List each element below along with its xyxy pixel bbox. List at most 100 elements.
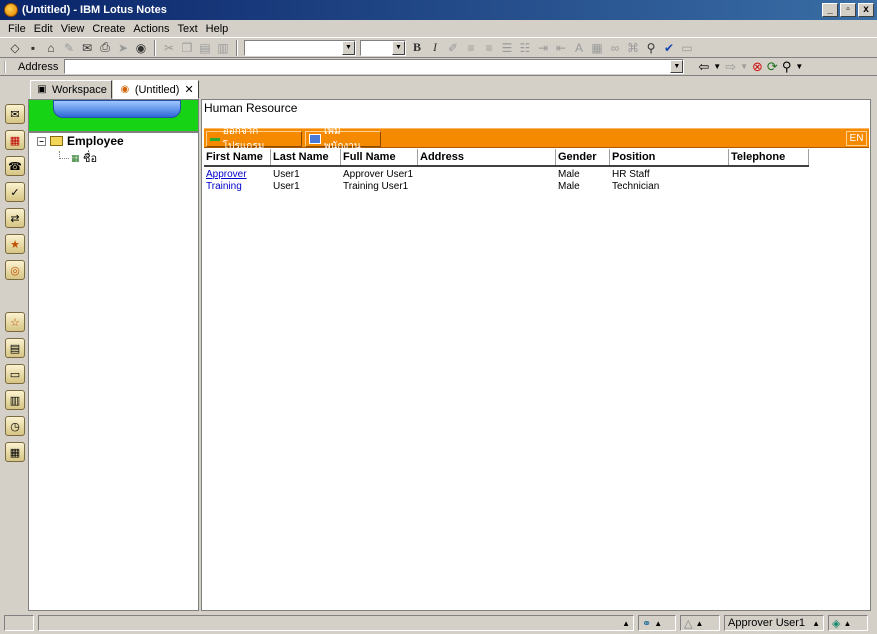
highlight-icon[interactable]: ✐: [444, 39, 462, 56]
menu-file[interactable]: File: [4, 23, 30, 35]
close-button[interactable]: x: [858, 3, 874, 17]
attach-icon[interactable]: ⌘: [624, 39, 642, 56]
properties-icon[interactable]: ▭: [678, 39, 696, 56]
indent-icon[interactable]: ⇥: [534, 39, 552, 56]
chevron-down-icon[interactable]: ▼: [713, 62, 721, 71]
stop-icon[interactable]: ⊗: [752, 59, 763, 75]
menu-edit[interactable]: Edit: [30, 23, 57, 35]
paste-special-icon[interactable]: ▥: [214, 39, 232, 56]
tree-child-label: ชื่อ: [83, 153, 98, 165]
column-header-first-name[interactable]: First Name: [204, 149, 271, 165]
minimize-button[interactable]: _: [822, 3, 838, 17]
replicate-icon[interactable]: ◉: [132, 39, 150, 56]
maximize-button[interactable]: ▫: [840, 3, 856, 17]
location-status[interactable]: ⚭ ▲: [638, 615, 676, 631]
chevron-down-icon[interactable]: ▼: [392, 40, 405, 55]
italic-icon[interactable]: I: [426, 39, 444, 56]
column-header-last-name[interactable]: Last Name: [271, 149, 341, 165]
copy-icon[interactable]: ❐: [178, 39, 196, 56]
back-arrow-icon[interactable]: ⇦: [698, 59, 709, 75]
print-icon[interactable]: ⎙: [96, 39, 114, 56]
forward-icon[interactable]: ➤: [114, 39, 132, 56]
favorites-bookmark-icon[interactable]: ★: [5, 234, 25, 254]
tree-item-name-view[interactable]: ▦ ชื่อ: [59, 149, 97, 167]
chevron-up-icon[interactable]: ▲: [622, 619, 630, 628]
status-indicator[interactable]: [4, 615, 34, 631]
tab-workspace[interactable]: ▣ Workspace: [30, 80, 112, 99]
table-row[interactable]: Training User1 Training User1 Male Techn…: [204, 181, 809, 193]
calendar-bookmark-icon[interactable]: ▦: [5, 130, 25, 150]
chevron-down-icon[interactable]: ▼: [740, 62, 748, 71]
send-memo-icon[interactable]: ✉: [78, 39, 96, 56]
more-bookmarks-icon[interactable]: ▭: [5, 364, 25, 384]
workspace-bookmark-icon[interactable]: ▥: [5, 390, 25, 410]
todo-bookmark-icon[interactable]: ✓: [5, 182, 25, 202]
close-tab-icon[interactable]: ✕: [184, 83, 193, 96]
access-level-status[interactable]: △ ▲: [680, 615, 720, 631]
exit-program-button[interactable]: ออกจากโปรแกรม: [206, 126, 302, 152]
chevron-down-icon[interactable]: ▼: [670, 60, 684, 73]
table-row[interactable]: Approver User1 Approver User1 Male HR St…: [204, 169, 809, 181]
text-properties-icon[interactable]: A: [570, 39, 588, 56]
language-toggle-button[interactable]: EN: [846, 131, 867, 146]
column-header-position[interactable]: Position: [610, 149, 729, 165]
menu-view[interactable]: View: [57, 23, 89, 35]
navigation-icons: ⇦ ▼ ⇨ ▼ ⊗ ⟳ ⚲ ▼: [698, 59, 803, 75]
cell-first-name[interactable]: Approver: [204, 169, 271, 181]
replication-status[interactable]: ◈ ▲: [828, 615, 868, 631]
databases-bookmark-icon[interactable]: ▤: [5, 338, 25, 358]
bullet-list-icon[interactable]: ☰: [498, 39, 516, 56]
cut-icon[interactable]: ✂: [160, 39, 178, 56]
chevron-down-icon[interactable]: ▼: [342, 40, 355, 55]
outdent-icon[interactable]: ⇤: [552, 39, 570, 56]
forward-arrow-icon[interactable]: ⇨: [725, 59, 736, 75]
current-user-status[interactable]: Approver User1 ▲: [724, 615, 824, 631]
browser-bookmark-icon[interactable]: ◎: [5, 260, 25, 280]
menu-text[interactable]: Text: [173, 23, 201, 35]
table-icon[interactable]: ▦: [588, 39, 606, 56]
add-employee-button[interactable]: เพิ่มพนักงาน: [305, 126, 381, 152]
history-bookmark-icon[interactable]: ◷: [5, 416, 25, 436]
toolbar-separator: [236, 39, 238, 56]
collapse-icon[interactable]: −: [37, 136, 46, 146]
edit-document-icon[interactable]: ✎: [60, 39, 78, 56]
favorite-bookmarks-icon[interactable]: ☆: [5, 312, 25, 332]
menu-actions[interactable]: Actions: [129, 23, 173, 35]
tree-item-employee[interactable]: − Employee: [37, 134, 124, 148]
mail-bookmark-icon[interactable]: ✉: [5, 104, 25, 124]
link-icon[interactable]: ∞: [606, 39, 624, 56]
search-icon[interactable]: ⚲: [782, 59, 792, 75]
column-header-address[interactable]: Address: [418, 149, 556, 165]
chevron-down-icon[interactable]: ▼: [795, 62, 803, 71]
tree-root-label: Employee: [67, 134, 124, 148]
grid-bookmark-icon[interactable]: ▦: [5, 442, 25, 462]
tab-untitled[interactable]: ◉ (Untitled) ✕: [112, 80, 199, 99]
address-input[interactable]: ▼: [64, 59, 685, 74]
cell-gender: Male: [558, 169, 580, 180]
paste-icon[interactable]: ▤: [196, 39, 214, 56]
database-icon: ◉: [120, 84, 130, 95]
open-folder-icon[interactable]: ⌂: [42, 39, 60, 56]
lotus-notes-app-icon[interactable]: [4, 3, 18, 17]
menu-help[interactable]: Help: [202, 23, 233, 35]
align-center-icon[interactable]: ≡: [480, 39, 498, 56]
contacts-bookmark-icon[interactable]: ☎: [5, 156, 25, 176]
menu-create[interactable]: Create: [88, 23, 129, 35]
align-left-icon[interactable]: ≡: [462, 39, 480, 56]
refresh-icon[interactable]: ⟳: [767, 59, 778, 75]
font-name-combo[interactable]: ▼: [244, 39, 356, 56]
find-binoculars-icon[interactable]: ⚲: [642, 39, 660, 56]
status-message-area[interactable]: ▲: [38, 615, 634, 631]
column-header-full-name[interactable]: Full Name: [341, 149, 418, 165]
font-size-combo[interactable]: ▼: [360, 39, 406, 56]
column-header-telephone[interactable]: Telephone: [729, 149, 809, 165]
bold-icon[interactable]: B: [408, 39, 426, 56]
save-icon[interactable]: ▪: [24, 39, 42, 56]
cell-gender: Male: [558, 181, 580, 192]
number-list-icon[interactable]: ☷: [516, 39, 534, 56]
new-memo-icon[interactable]: ◇: [6, 39, 24, 56]
cell-first-name[interactable]: Training: [204, 181, 271, 193]
spell-check-icon[interactable]: ✔: [660, 39, 678, 56]
replicator-bookmark-icon[interactable]: ⇄: [5, 208, 25, 228]
column-header-gender[interactable]: Gender: [556, 149, 610, 165]
